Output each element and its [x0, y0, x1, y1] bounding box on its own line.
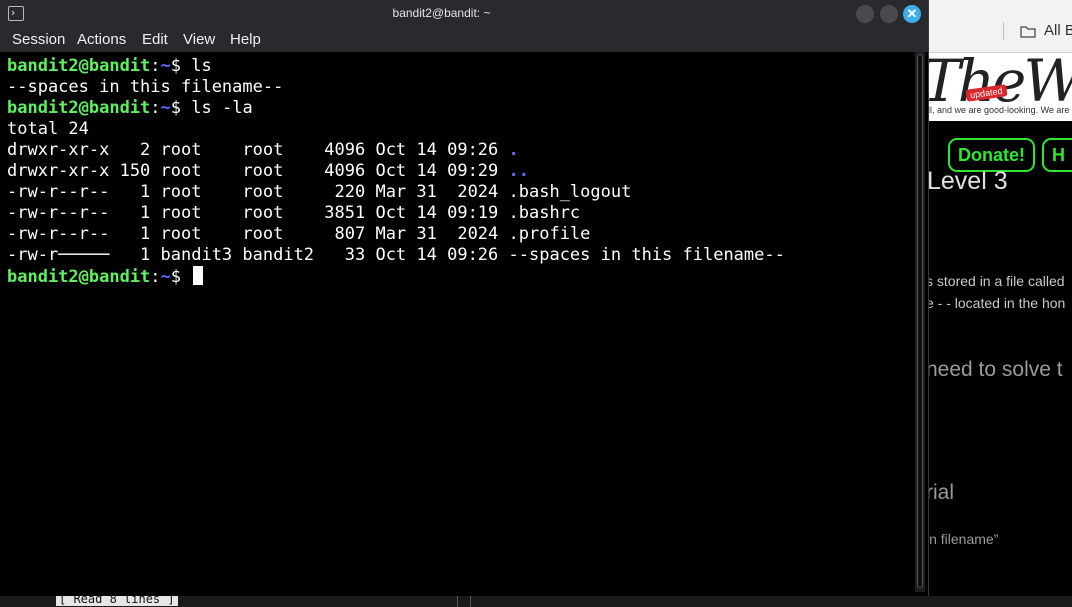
close-button[interactable]: ✕	[903, 5, 921, 23]
listing-name: ..	[508, 161, 529, 181]
prompt-separator: :	[150, 267, 161, 287]
listing-row: -rw-r───── 1 bandit3 bandit2 33 Oct 14 0…	[7, 245, 785, 266]
pane-divider	[470, 596, 471, 607]
site-header: TheWire updated ll, and we are good-look…	[926, 53, 1072, 121]
help-button[interactable]: H	[1042, 138, 1072, 172]
listing-meta: -rw-r--r-- 1 root root 807 Mar 31 2024	[7, 224, 509, 244]
prompt-path: ~	[160, 98, 171, 118]
minimize-button[interactable]	[856, 5, 874, 23]
commands-heading: need to solve t	[926, 358, 1063, 381]
output-line: --spaces in this filename--	[7, 77, 284, 97]
tutorial-heading: rial	[926, 481, 955, 504]
menu-session[interactable]: Session	[12, 31, 65, 48]
text-cursor	[193, 266, 204, 285]
listing-meta: drwxr-xr-x 150 root root 4096 Oct 14 09:…	[7, 161, 509, 181]
level-goal-line1: s stored in a file called	[926, 273, 1065, 289]
listing-meta: -rw-r───── 1 bandit3 bandit2 33 Oct 14 0…	[7, 245, 509, 265]
pane-divider	[457, 596, 458, 607]
command-text: ls -la	[191, 98, 253, 118]
window-title: bandit2@bandit: ~	[392, 6, 491, 20]
listing-name: --spaces in this filename--	[508, 245, 785, 265]
listing-row: drwxr-xr-x 2 root root 4096 Oct 14 09:26…	[7, 140, 519, 161]
output-line: total 24	[7, 119, 89, 139]
listing-name: .bash_logout	[508, 182, 632, 202]
close-icon: ✕	[906, 6, 918, 21]
background-window-strip: [ Read 8 lines ]	[0, 596, 1072, 607]
command-text: ls	[191, 56, 212, 76]
prompt-line: bandit2@bandit:~$ ls	[7, 56, 212, 77]
menu-actions[interactable]: Actions	[77, 31, 126, 48]
toolbar-divider	[1003, 22, 1004, 40]
menu-help[interactable]: Help	[230, 31, 261, 48]
listing-name: .profile	[508, 224, 591, 244]
prompt-user: bandit2@bandit	[7, 56, 151, 76]
listing-row: -rw-r--r-- 1 root root 807 Mar 31 2024 .…	[7, 224, 590, 245]
terminal-scrollbar[interactable]	[915, 52, 925, 592]
prompt-separator: :	[150, 98, 161, 118]
prompt-separator: :	[150, 56, 161, 76]
prompt-symbol: $	[170, 98, 192, 118]
nano-status-line: [ Read 8 lines ]	[56, 596, 178, 606]
prompt-line: bandit2@bandit:~$	[7, 266, 204, 287]
listing-name: .bashrc	[508, 203, 581, 223]
tutorial-link-text[interactable]: in filename”	[926, 531, 998, 547]
listing-meta: drwxr-xr-x 2 root root 4096 Oct 14 09:26	[7, 140, 509, 160]
web-page: TheWire updated ll, and we are good-look…	[926, 53, 1072, 607]
prompt-path: ~	[160, 56, 171, 76]
prompt-symbol: $	[170, 267, 192, 287]
level-title: Level 3	[927, 167, 1008, 195]
prompt-path: ~	[160, 267, 171, 287]
menu-edit[interactable]: Edit	[142, 31, 168, 48]
listing-name: .	[508, 140, 519, 160]
bookmark-all-bookmarks[interactable]: All B	[1044, 22, 1072, 39]
prompt-symbol: $	[170, 56, 192, 76]
prompt-user: bandit2@bandit	[7, 98, 151, 118]
menu-view[interactable]: View	[183, 31, 215, 48]
prompt-user: bandit2@bandit	[7, 267, 151, 287]
site-tagline: ll, and we are good-looking. We are	[928, 105, 1070, 115]
menu-bar: Session Actions Edit View Help	[0, 28, 928, 52]
terminal-window: bandit2@bandit: ~ ✕ Session Actions Edit…	[0, 0, 929, 596]
listing-row: -rw-r--r-- 1 root root 220 Mar 31 2024 .…	[7, 182, 631, 203]
listing-row: -rw-r--r-- 1 root root 3851 Oct 14 09:19…	[7, 203, 580, 224]
terminal-screen[interactable]: bandit2@bandit:~$ ls --spaces in this fi…	[0, 52, 914, 596]
title-bar[interactable]: bandit2@bandit: ~ ✕	[0, 0, 928, 28]
level-goal-line2: e - - located in the hon	[926, 295, 1066, 311]
scrollbar-thumb[interactable]	[917, 54, 923, 588]
folder-icon	[1020, 26, 1036, 38]
maximize-button[interactable]	[880, 5, 898, 23]
listing-meta: -rw-r--r-- 1 root root 220 Mar 31 2024	[7, 182, 509, 202]
prompt-line: bandit2@bandit:~$ ls -la	[7, 98, 253, 119]
listing-row: drwxr-xr-x 150 root root 4096 Oct 14 09:…	[7, 161, 529, 182]
browser-toolbar: All B	[926, 0, 1072, 53]
listing-meta: -rw-r--r-- 1 root root 3851 Oct 14 09:19	[7, 203, 509, 223]
